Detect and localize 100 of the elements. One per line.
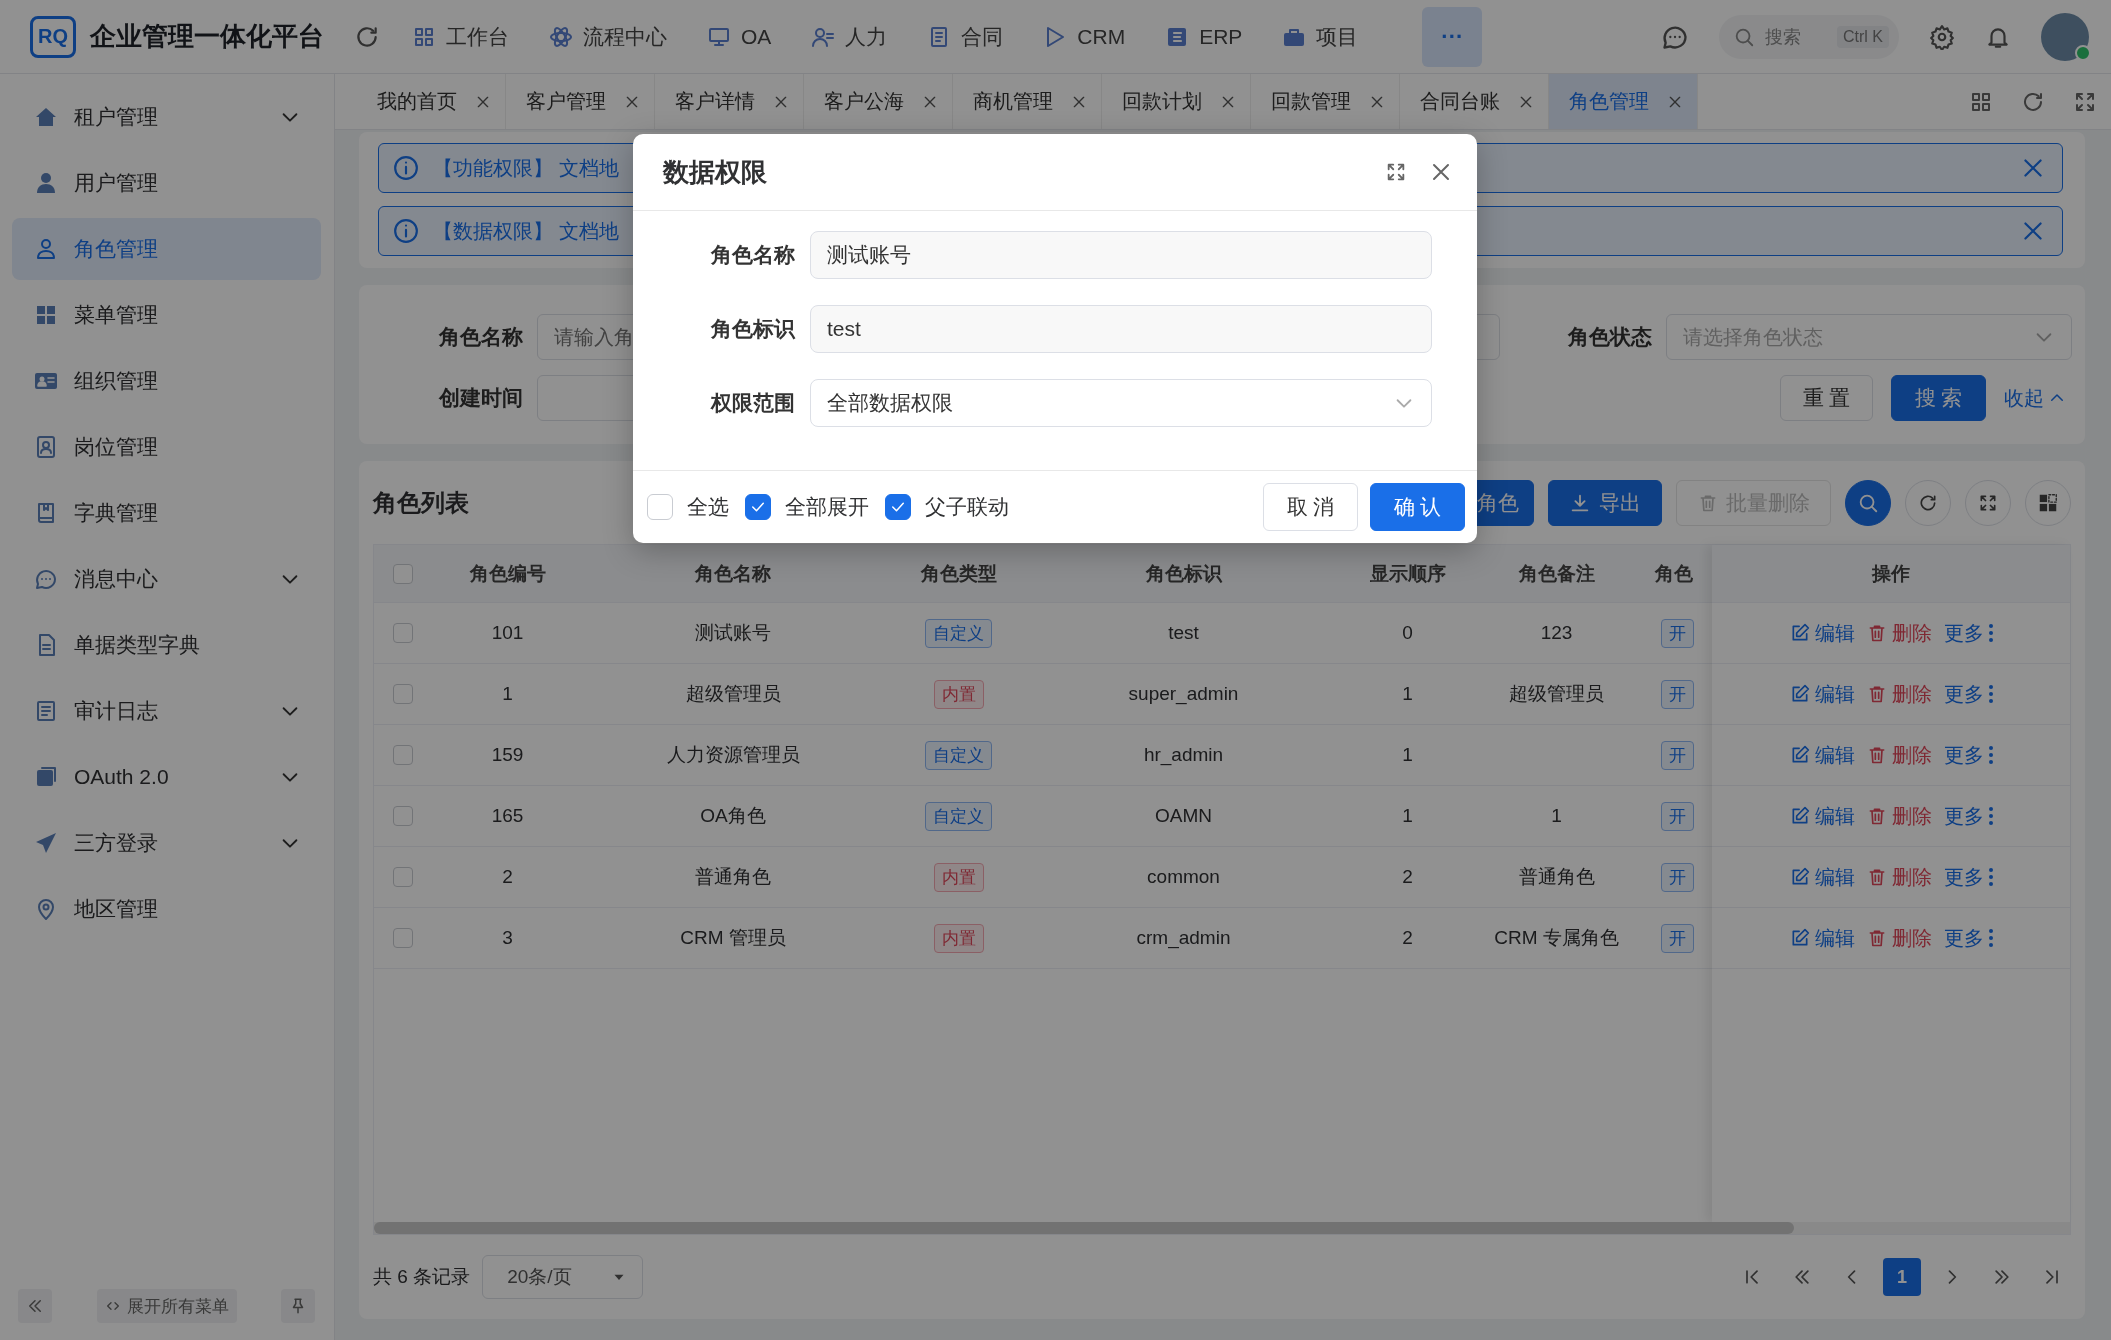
square-icon (34, 765, 58, 789)
more-link[interactable]: 更多 (1943, 802, 1993, 830)
fullscreen-icon[interactable] (1385, 161, 1407, 183)
more-link[interactable]: 更多 (1943, 680, 1993, 708)
nav-item[interactable]: 工作台 (412, 22, 509, 51)
atom-icon (549, 24, 573, 49)
more-link[interactable]: 更多 (1943, 741, 1993, 769)
sidebar-item[interactable]: 三方登录 (12, 812, 321, 874)
delete-link[interactable]: 删除 (1866, 802, 1932, 830)
tab[interactable]: 回款管理 (1251, 74, 1400, 129)
edit-link[interactable]: 编辑 (1789, 619, 1855, 647)
nav-item[interactable]: 项目 (1282, 22, 1359, 51)
edit-link[interactable]: 编辑 (1789, 863, 1855, 891)
sidebar-item[interactable]: 消息中心 (12, 548, 321, 610)
checkbox[interactable] (745, 494, 771, 520)
table-cell: 1 (1402, 683, 1413, 705)
tab[interactable]: 客户管理 (506, 74, 655, 129)
delete-link[interactable]: 删除 (1866, 863, 1932, 891)
nav-item[interactable]: ERP (1165, 24, 1243, 49)
nav-item[interactable]: 合同 (927, 22, 1004, 51)
tab[interactable]: 角色管理 (1549, 74, 1698, 129)
sidebar-item[interactable]: OAuth 2.0 (12, 746, 321, 808)
sidebar-item[interactable]: 岗位管理 (12, 416, 321, 478)
input-field[interactable]: 测试账号 (810, 231, 1432, 279)
field-label: 角色状态 (1567, 324, 1652, 350)
delete-link[interactable]: 删除 (1866, 680, 1932, 708)
confirm-button[interactable]: 确 认 (1370, 483, 1465, 531)
delete-link[interactable]: 删除 (1866, 619, 1932, 647)
dialog-title: 数据权限 (663, 155, 767, 189)
refresh-icon (1918, 492, 1938, 513)
nav-item[interactable]: OA (707, 24, 772, 49)
fullscreen-button[interactable] (1965, 479, 2011, 526)
input-field[interactable]: test (810, 305, 1432, 353)
tab[interactable]: 我的首页 (357, 74, 506, 129)
nav-item[interactable]: 流程中心 (549, 22, 667, 51)
checkbox[interactable] (393, 867, 413, 887)
more-dots-icon (1988, 868, 1993, 886)
checkbox[interactable] (647, 494, 673, 520)
chat-icon (34, 567, 58, 591)
page-button[interactable]: 1 (1883, 1258, 1921, 1296)
table-cell: 165 (491, 805, 524, 827)
delete-link[interactable]: 删除 (1866, 924, 1932, 952)
scrollbar[interactable] (374, 1222, 2070, 1234)
sidebar-item[interactable]: 审计日志 (12, 680, 321, 742)
tab[interactable]: 客户详情 (655, 74, 804, 129)
status-tag: 开 (1661, 618, 1694, 648)
expand-all-button[interactable]: 展开所有菜单 (96, 1289, 237, 1323)
search-button[interactable] (1845, 479, 1891, 526)
more-button[interactable]: ··· (1422, 6, 1483, 67)
edit-link[interactable]: 编辑 (1789, 924, 1855, 952)
sidebar-item[interactable]: 角色管理 (12, 218, 321, 280)
avatar[interactable] (2041, 12, 2089, 61)
checkbox[interactable] (393, 623, 413, 643)
paper-plane-icon (34, 831, 58, 855)
sidebar-item[interactable]: 组织管理 (12, 350, 321, 412)
column-header: 角色备注 (1518, 561, 1595, 586)
cancel-button[interactable]: 取 消 (1263, 483, 1358, 531)
nav-item[interactable]: 人力 (811, 22, 888, 51)
reset-button[interactable]: 重 置 (1780, 375, 1873, 421)
checkbox[interactable] (393, 806, 413, 826)
role-type-tag: 自定义 (925, 801, 992, 831)
delete-link[interactable]: 删除 (1866, 741, 1932, 769)
checkbox[interactable] (393, 563, 413, 584)
sidebar-item[interactable]: 菜单管理 (12, 284, 321, 346)
field-label: 权限范围 (709, 390, 795, 416)
pin-button[interactable] (281, 1289, 315, 1323)
sidebar-item[interactable]: 地区管理 (12, 878, 321, 940)
status-tag: 开 (1661, 923, 1694, 953)
more-link[interactable]: 更多 (1943, 619, 1993, 647)
sidebar-item[interactable]: 单据类型字典 (12, 614, 321, 676)
checkbox[interactable] (885, 494, 911, 520)
edit-link[interactable]: 编辑 (1789, 741, 1855, 769)
column-header: 角色 (1654, 561, 1693, 586)
checkbox[interactable] (393, 928, 413, 948)
tab[interactable]: 客户公海 (804, 74, 953, 129)
refresh-button[interactable] (1905, 479, 1951, 526)
edit-link[interactable]: 编辑 (1789, 680, 1855, 708)
collapse-link[interactable]: 收起 (1998, 383, 2072, 413)
table-cell: 1 (1402, 744, 1413, 766)
sidebar-item[interactable]: 租户管理 (12, 86, 321, 148)
sidebar-item[interactable]: 用户管理 (12, 152, 321, 214)
more-link[interactable]: 更多 (1943, 924, 1993, 952)
search-button[interactable]: 搜 索 (1891, 375, 1986, 421)
columns-button[interactable] (2025, 479, 2071, 526)
edit-link[interactable]: 编辑 (1789, 802, 1855, 830)
search-field[interactable]: 搜索 Ctrl K (1719, 14, 1899, 59)
page-size-select[interactable]: 20条/页 (482, 1255, 644, 1299)
sidebar-item[interactable]: 字典管理 (12, 482, 321, 544)
checkbox[interactable] (393, 745, 413, 765)
checkbox[interactable] (393, 684, 413, 704)
select-field[interactable]: 全部数据权限 (810, 379, 1432, 427)
more-link[interactable]: 更多 (1943, 863, 1993, 891)
collapse-sidebar-button[interactable] (18, 1289, 52, 1323)
role-type-tag: 自定义 (925, 618, 992, 648)
export-button[interactable]: 导出 (1548, 479, 1662, 526)
tab[interactable]: 回款计划 (1102, 74, 1251, 129)
info-icon (393, 218, 419, 244)
nav-item[interactable]: CRM (1043, 24, 1126, 49)
tab[interactable]: 商机管理 (953, 74, 1102, 129)
settings-icon[interactable] (1929, 23, 1955, 50)
